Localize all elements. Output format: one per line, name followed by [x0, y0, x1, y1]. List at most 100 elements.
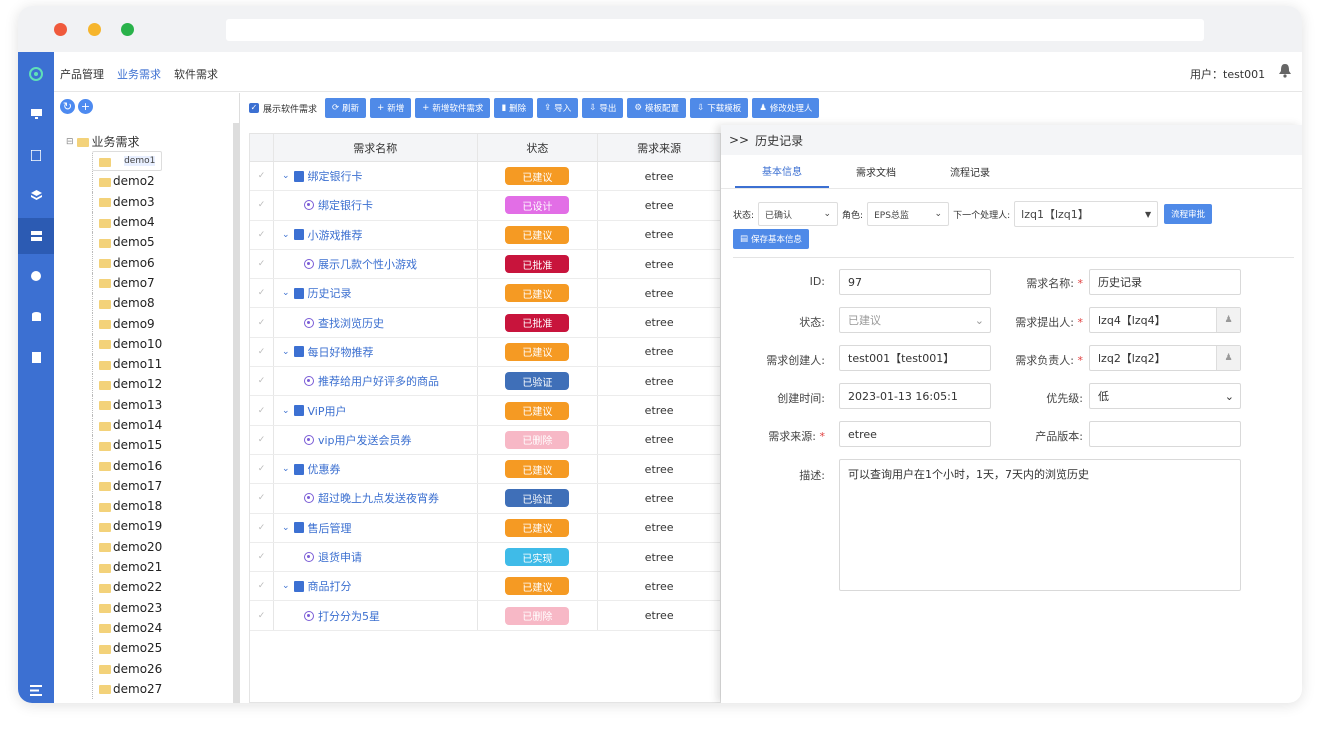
- tree-node[interactable]: demo22: [92, 577, 162, 598]
- row-check[interactable]: ✓: [250, 601, 274, 630]
- header-check[interactable]: [250, 134, 274, 161]
- user-picker-icon[interactable]: ♟: [1216, 346, 1240, 370]
- tree-node[interactable]: demo13: [92, 394, 162, 415]
- add-tree-node-icon[interactable]: +: [78, 99, 93, 114]
- row-check[interactable]: ✓: [250, 396, 274, 425]
- tree-scrollbar[interactable]: [233, 123, 239, 703]
- row-check[interactable]: ✓: [250, 454, 274, 484]
- collapse-icon[interactable]: ⊟: [66, 137, 74, 147]
- table-row[interactable]: ✓ 查找浏览历史 已批准 etree: [250, 308, 720, 338]
- download-template-button[interactable]: ⇩ 下载模板: [690, 98, 749, 118]
- delete-button[interactable]: ▮ 删除: [494, 98, 534, 118]
- requirement-name[interactable]: 小游戏推荐: [308, 227, 363, 243]
- requirement-name[interactable]: vip用户发送会员券: [318, 432, 412, 448]
- tab-flow-records[interactable]: 流程记录: [923, 155, 1017, 188]
- table-row[interactable]: ✓ ⌄ 历史记录 已建议 etree: [250, 279, 720, 309]
- tree-node[interactable]: demo26: [92, 658, 162, 679]
- table-row[interactable]: ✓ 打分分为5星 已删除 etree: [250, 601, 720, 631]
- chevron-down-icon[interactable]: ⌄: [282, 464, 290, 474]
- layers-icon[interactable]: [18, 177, 54, 213]
- tab-basic-info[interactable]: 基本信息: [735, 155, 829, 188]
- table-row[interactable]: ✓ ⌄ 每日好物推荐 已建议 etree: [250, 337, 720, 368]
- template-config-button[interactable]: ⚙ 模板配置: [627, 98, 687, 118]
- tree-node[interactable]: demo12: [92, 374, 162, 395]
- tree-node[interactable]: demo7: [92, 272, 162, 294]
- tree-node[interactable]: demo23: [92, 597, 162, 618]
- tree-node[interactable]: demo17: [92, 475, 162, 497]
- row-check[interactable]: ✓: [250, 279, 274, 308]
- tree-node[interactable]: demo2: [92, 171, 162, 192]
- row-check[interactable]: ✓: [250, 162, 274, 191]
- add-button[interactable]: + 新增: [370, 98, 412, 118]
- creator-field[interactable]: test001【test001】: [839, 345, 991, 371]
- show-software-checkbox[interactable]: ✓: [249, 103, 259, 113]
- chevron-down-icon[interactable]: ⌄: [282, 171, 290, 181]
- tree-node[interactable]: demo5: [92, 232, 162, 253]
- next-handler-select[interactable]: lzq1【lzq1】 ▼: [1014, 201, 1159, 227]
- add-software-req-button[interactable]: + 新增软件需求: [415, 98, 491, 118]
- table-row[interactable]: ✓ ⌄ 优惠券 已建议 etree: [250, 454, 720, 485]
- row-check[interactable]: ✓: [250, 220, 274, 249]
- created-field[interactable]: 2023-01-13 16:05:1: [839, 383, 991, 409]
- collapse-panel-icon[interactable]: >>: [729, 133, 749, 147]
- nav-software-requirements[interactable]: 软件需求: [174, 66, 218, 82]
- row-check[interactable]: ✓: [250, 425, 274, 454]
- row-check[interactable]: ✓: [250, 337, 274, 367]
- requirement-name[interactable]: 优惠券: [308, 461, 341, 477]
- tree-node[interactable]: demo25: [92, 638, 162, 659]
- chevron-down-icon[interactable]: ⌄: [282, 230, 290, 240]
- export-button[interactable]: ⇩ 导出: [582, 98, 624, 118]
- header-name[interactable]: 需求名称: [274, 134, 478, 161]
- menu-collapse-icon[interactable]: [18, 672, 54, 703]
- requirement-name[interactable]: 推荐给用户好评多的商品: [318, 373, 439, 389]
- source-field[interactable]: etree: [839, 421, 991, 447]
- table-row[interactable]: ✓ 超过晚上九点发送夜宵券 已验证 etree: [250, 484, 720, 514]
- requirement-name[interactable]: 商品打分: [308, 578, 352, 594]
- tab-requirement-docs[interactable]: 需求文档: [829, 155, 923, 188]
- tree-node[interactable]: demo1: [92, 151, 163, 172]
- nav-product-management[interactable]: 产品管理: [60, 66, 104, 82]
- requirement-name[interactable]: 售后管理: [308, 520, 352, 536]
- tree-node[interactable]: demo20: [92, 536, 162, 557]
- table-row[interactable]: ✓ ⌄ 小游戏推荐 已建议 etree: [250, 220, 720, 250]
- tree-node[interactable]: demo19: [92, 516, 162, 537]
- table-row[interactable]: ✓ ⌄ 商品打分 已建议 etree: [250, 572, 720, 602]
- tree-node[interactable]: demo15: [92, 435, 162, 456]
- table-row[interactable]: ✓ ⌄ 绑定银行卡 已建议 etree: [250, 162, 720, 192]
- tree-node[interactable]: demo10: [92, 333, 162, 354]
- header-source[interactable]: 需求来源: [598, 134, 720, 161]
- tree-node[interactable]: demo9: [92, 313, 162, 334]
- tree-node[interactable]: demo27: [92, 678, 162, 700]
- name-field[interactable]: 历史记录: [1089, 269, 1241, 295]
- user-picker-icon[interactable]: ♟: [1216, 308, 1240, 332]
- tree-node[interactable]: demo18: [92, 496, 162, 517]
- tree-node[interactable]: demo24: [92, 617, 162, 639]
- status-select[interactable]: 已确认 ⌄: [758, 202, 839, 226]
- tree-node[interactable]: demo14: [92, 414, 162, 436]
- row-check[interactable]: ✓: [250, 513, 274, 542]
- tree-node[interactable]: demo16: [92, 455, 162, 476]
- refresh-tree-icon[interactable]: ↻: [60, 99, 75, 114]
- row-check[interactable]: ✓: [250, 191, 274, 220]
- table-row[interactable]: ✓ ⌄ ViP用户 已建议 etree: [250, 396, 720, 426]
- nav-business-requirements[interactable]: 业务需求: [117, 66, 161, 82]
- row-check[interactable]: ✓: [250, 484, 274, 513]
- id-field[interactable]: 97: [839, 269, 991, 295]
- chevron-down-icon[interactable]: ⌄: [282, 288, 290, 298]
- role-select[interactable]: EPS总监 ⌄: [867, 202, 950, 226]
- row-check[interactable]: ✓: [250, 367, 274, 396]
- tree-node[interactable]: demo6: [92, 252, 162, 273]
- database-icon[interactable]: [18, 299, 54, 335]
- tree-node[interactable]: demo8: [92, 293, 162, 314]
- save-basic-info-button[interactable]: ▤ 保存基本信息: [733, 229, 810, 249]
- requirements-icon[interactable]: [18, 218, 54, 254]
- requirement-name[interactable]: 展示几款个性小游戏: [318, 256, 417, 272]
- change-handler-button[interactable]: ♟ 修改处理人: [752, 98, 820, 118]
- minimize-dot-icon[interactable]: [88, 23, 101, 36]
- tree-node[interactable]: demo3: [92, 191, 162, 212]
- table-row[interactable]: ✓ 退货申请 已实现 etree: [250, 542, 720, 573]
- requirement-name[interactable]: 打分分为5星: [318, 608, 380, 624]
- report-icon[interactable]: [18, 339, 54, 375]
- status-form-select[interactable]: 已建议 ⌄: [839, 307, 991, 333]
- table-row[interactable]: ✓ 展示几款个性小游戏 已批准 etree: [250, 249, 720, 280]
